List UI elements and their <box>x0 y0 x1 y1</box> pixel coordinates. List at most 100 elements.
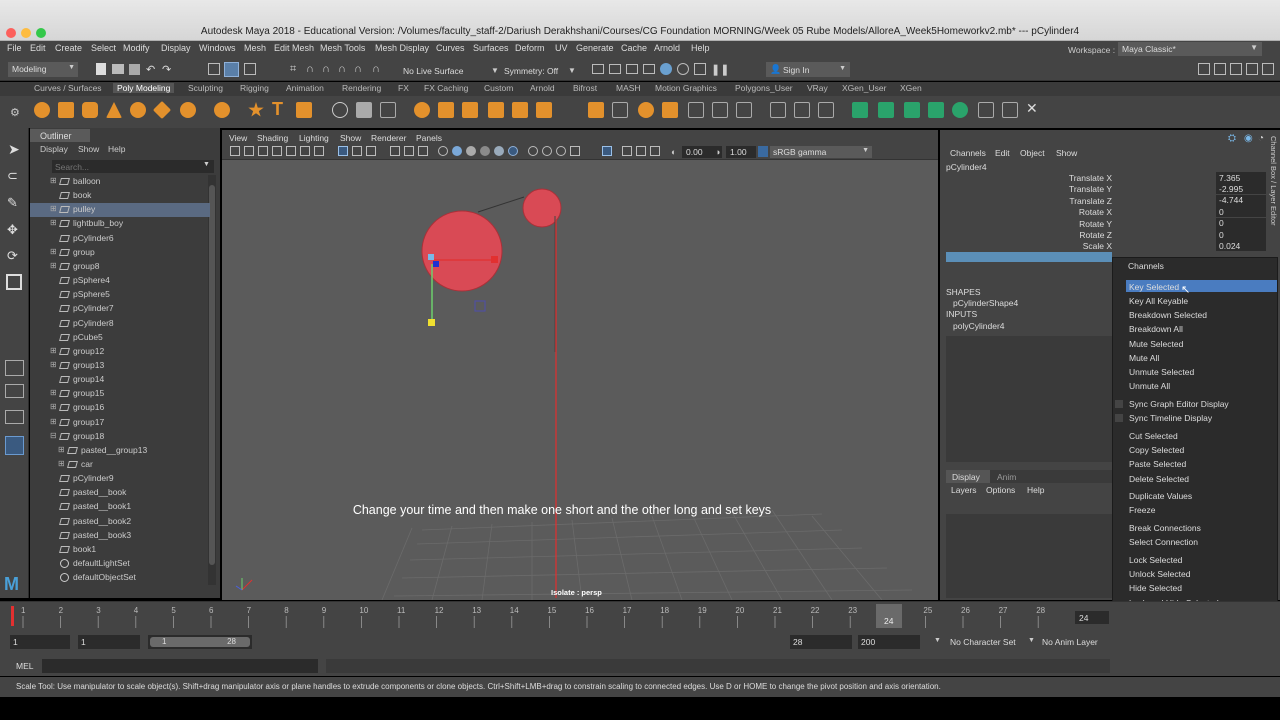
channel-attr-name[interactable]: Translate Z <box>1002 196 1112 206</box>
poly-cube-icon[interactable] <box>58 102 74 118</box>
large-pulley-sphere[interactable] <box>421 210 503 292</box>
channel-attr-name[interactable]: Translate Y <box>1002 184 1112 194</box>
shelf-tab-vray[interactable]: VRay <box>807 83 828 93</box>
shape-node-name[interactable]: pCylinderShape4 <box>953 298 1018 308</box>
menu-cache[interactable]: Cache <box>621 43 647 53</box>
outliner-item-car[interactable]: ⊞ car <box>30 458 210 472</box>
context-menu-mute-all[interactable]: Mute All <box>1129 353 1159 363</box>
offset-edge-loop-icon[interactable] <box>770 102 786 118</box>
gate-mask-icon[interactable] <box>366 146 376 156</box>
save-scene-icon[interactable] <box>129 64 140 75</box>
outliner-item-psphere4[interactable]: pSphere4 <box>30 274 210 288</box>
bridge-icon[interactable] <box>512 102 528 118</box>
menu-select[interactable]: Select <box>91 43 116 53</box>
sync-timeline-checkbox[interactable] <box>1115 414 1123 422</box>
poly-cylinder-icon[interactable] <box>82 102 98 118</box>
context-menu-unlock-selected[interactable]: Unlock Selected <box>1129 569 1190 579</box>
color-management-icon[interactable] <box>758 146 768 157</box>
textured-icon[interactable] <box>494 146 504 156</box>
fill-hole-icon[interactable] <box>588 102 604 118</box>
menu-uv[interactable]: UV <box>555 43 568 53</box>
paint-select-icon[interactable]: ✎ <box>7 195 18 211</box>
shelf-tab-fx-caching[interactable]: FX Caching <box>424 83 468 93</box>
outliner-item-book1[interactable]: book1 <box>30 543 210 557</box>
open-scene-icon[interactable] <box>112 64 124 74</box>
context-menu-duplicate-values[interactable]: Duplicate Values <box>1129 491 1192 501</box>
append-polygon-icon[interactable] <box>612 102 628 118</box>
manipulator-x-handle[interactable] <box>491 256 498 263</box>
channel-attr-value[interactable] <box>1216 217 1266 229</box>
channel-attr-name[interactable]: Rotate X <box>1002 207 1112 217</box>
boolean-union-icon[interactable] <box>414 102 430 118</box>
x-ray-icon[interactable] <box>622 146 632 156</box>
shelf-tab-poly-modeling[interactable]: Poly Modeling <box>113 83 175 93</box>
type-tool-icon[interactable]: T <box>272 99 283 120</box>
render-frame-icon[interactable] <box>626 64 638 74</box>
rotate-tool-icon[interactable]: ⟳ <box>7 248 18 264</box>
outliner-item-pasted--book2[interactable]: pasted__book2 <box>30 515 210 529</box>
context-menu-cut-selected[interactable]: Cut Selected <box>1129 431 1178 441</box>
new-scene-icon[interactable] <box>96 63 106 75</box>
backface-culling-icon[interactable] <box>650 146 660 156</box>
menu-deform[interactable]: Deform <box>515 43 545 53</box>
context-menu-breakdown-selected[interactable]: Breakdown Selected <box>1129 310 1207 320</box>
layer-menu-layers[interactable]: Layers <box>951 485 977 495</box>
context-menu-sync-graph-editor-display[interactable]: Sync Graph Editor Display <box>1129 399 1229 409</box>
context-menu-mute-selected[interactable]: Mute Selected <box>1129 339 1183 349</box>
isolate-select-icon[interactable] <box>602 146 612 156</box>
smooth-icon[interactable] <box>380 102 396 118</box>
viewport-scene[interactable] <box>222 160 938 600</box>
range-bar-track[interactable]: 1 28 <box>148 635 252 649</box>
channel-attr-value[interactable] <box>1216 194 1266 206</box>
channel-attr-value[interactable] <box>1216 240 1266 252</box>
motion-blur-icon[interactable] <box>556 146 566 156</box>
current-frame-marker[interactable]: 24 <box>876 604 902 628</box>
grease-pencil-icon[interactable] <box>300 146 310 156</box>
tool-settings-icon[interactable] <box>1230 63 1242 75</box>
workspace-dropdown[interactable]: Maya Classic* ▼ <box>1118 42 1262 56</box>
bevel-icon[interactable] <box>536 102 552 118</box>
outliner-item-pasted--book1[interactable]: pasted__book1 <box>30 500 210 514</box>
extrude-icon[interactable] <box>488 102 504 118</box>
context-menu-unmute-all[interactable]: Unmute All <box>1129 381 1170 391</box>
outliner-item-book[interactable]: book <box>30 189 210 203</box>
snap-view-plane-icon[interactable]: ∩ <box>354 63 362 75</box>
viewport-menu-view[interactable]: View <box>229 133 247 143</box>
outliner-item-pcylinder7[interactable]: pCylinder7 <box>30 302 210 316</box>
outliner-item-defaultobjectset[interactable]: defaultObjectSet <box>30 571 210 585</box>
insert-edge-loop-icon[interactable] <box>736 102 752 118</box>
sync-graph-checkbox[interactable] <box>1115 400 1123 408</box>
context-menu-select-connection[interactable]: Select Connection <box>1129 537 1198 547</box>
outliner-item-group[interactable]: ⊞ group <box>30 246 210 260</box>
shelf-tab-rendering[interactable]: Rendering <box>342 83 381 93</box>
expand-icon[interactable]: ⊞ <box>50 218 57 227</box>
outliner-item-pcylinder6[interactable]: pCylinder6 <box>30 232 210 246</box>
context-menu-break-connections[interactable]: Break Connections <box>1129 523 1201 533</box>
outliner-menu-display[interactable]: Display <box>40 144 68 154</box>
slide-edge-icon[interactable] <box>794 102 810 118</box>
input-node-name[interactable]: polyCylinder4 <box>953 321 1005 331</box>
viewport-menu-lighting[interactable]: Lighting <box>299 133 329 143</box>
combine-icon[interactable] <box>332 102 348 118</box>
symmetry-dropdown[interactable]: Symmetry: Off <box>504 66 558 76</box>
playback-end-field[interactable] <box>790 635 852 649</box>
context-menu-hide-selected[interactable]: Hide Selected <box>1129 583 1182 593</box>
four-pane-layout-icon[interactable] <box>5 384 24 398</box>
live-surface-label[interactable]: No Live Surface <box>403 66 463 76</box>
menu-mesh-tools[interactable]: Mesh Tools <box>320 43 365 53</box>
time-slider-ticks[interactable]: 1234567891011121314151617181920212223242… <box>0 602 1100 630</box>
mirror-icon[interactable] <box>1002 102 1018 118</box>
channel-attr-name[interactable]: Rotate Z <box>1002 230 1112 240</box>
expand-icon[interactable]: ⊞ <box>50 402 57 411</box>
wireframe-icon[interactable] <box>438 146 448 156</box>
outliner-item-defaultlightset[interactable]: defaultLightSet <box>30 557 210 571</box>
expand-icon[interactable]: ⊞ <box>50 360 57 369</box>
layer-editor-icon[interactable]: ◔ <box>1258 133 1264 144</box>
menu-windows[interactable]: Windows <box>199 43 236 53</box>
menu-surfaces[interactable]: Surfaces <box>473 43 509 53</box>
anim-layer-dropdown[interactable]: No Anim Layer <box>1042 637 1098 647</box>
automatic-map-icon[interactable] <box>952 102 968 118</box>
camera-attributes-icon[interactable] <box>244 146 254 156</box>
select-camera-icon[interactable] <box>230 146 240 156</box>
outliner-item-group18[interactable]: ⊟ group18 <box>30 430 210 444</box>
